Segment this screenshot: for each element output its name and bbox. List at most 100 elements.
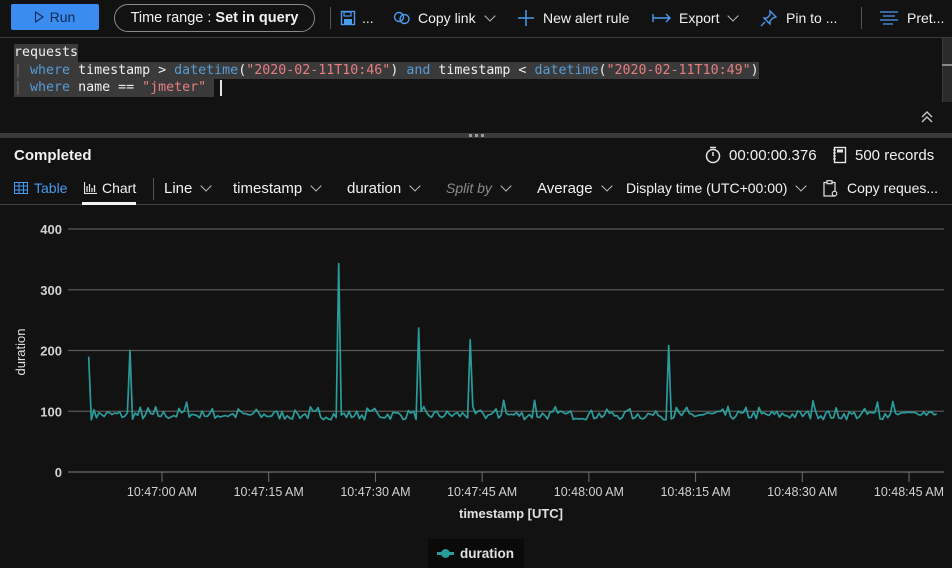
x-tick-label: 10:48:15 AM	[660, 485, 730, 499]
string-token: "jmeter"	[142, 80, 207, 95]
x-tick-label: 10:47:00 AM	[127, 485, 197, 499]
stopwatch-icon	[705, 146, 721, 164]
y-axis-title: duration	[13, 329, 28, 376]
time-range-button[interactable]: Time range : Set in query	[114, 4, 315, 32]
time-range-prefix: Time range :	[130, 10, 212, 26]
x-tick-label: 10:48:45 AM	[874, 485, 944, 499]
chart-legend[interactable]: duration	[428, 539, 524, 568]
chevron-down-icon	[483, 9, 496, 22]
pipe-token: |	[14, 80, 23, 95]
code-token: name ==	[70, 80, 143, 95]
new-alert-rule-button[interactable]: New alert rule	[517, 0, 629, 36]
chevron-down-icon	[727, 9, 740, 22]
pipe-token: |	[14, 62, 23, 78]
query-code[interactable]: requests | where timestamp > datetime("2…	[14, 44, 759, 97]
tab-chart[interactable]: Chart	[84, 172, 136, 204]
prettify-button[interactable]: Pret...	[879, 0, 944, 36]
chevron-down-icon	[795, 179, 808, 192]
table-icon	[14, 182, 28, 194]
record-count: 500 records	[832, 146, 934, 164]
run-button[interactable]: Run	[11, 4, 99, 30]
copy-request-button[interactable]: Copy reques...	[823, 172, 938, 204]
collapse-editor-button[interactable]	[918, 110, 936, 128]
aggregation-dropdown[interactable]: Average	[537, 172, 613, 204]
bar-chart-icon	[84, 182, 97, 194]
query-duration: 00:00:00.376	[704, 146, 817, 164]
display-time-value: Display time (UTC+00:00)	[626, 180, 788, 196]
export-label: Export	[679, 10, 720, 26]
legend-swatch-icon	[437, 549, 454, 558]
keyword-token: where	[30, 62, 71, 78]
code-line: | where timestamp > datetime("2020-02-11…	[14, 61, 759, 79]
y-column-value: duration	[347, 179, 402, 197]
double-chevron-up-icon	[921, 111, 933, 123]
query-status: Completed	[14, 147, 92, 164]
y-tick-label: 200	[40, 344, 62, 359]
aggregation-value: Average	[537, 179, 593, 197]
string-token: "2020-02-11T10:49"	[606, 62, 751, 78]
save-icon	[340, 10, 356, 26]
x-column-dropdown[interactable]: timestamp	[233, 172, 322, 204]
chart-type-dropdown[interactable]: Line	[164, 172, 213, 204]
run-label: Run	[49, 9, 76, 25]
function-token: datetime	[174, 62, 239, 78]
toolbar-divider	[330, 7, 331, 29]
y-tick-label: 300	[40, 283, 62, 298]
copy-link-label: Copy link	[418, 10, 476, 26]
toolbar-divider	[861, 7, 862, 29]
code-token: timestamp >	[70, 62, 175, 78]
legend-label: duration	[460, 546, 514, 561]
tab-table[interactable]: Table	[14, 172, 67, 204]
x-tick-label: 10:47:15 AM	[234, 485, 304, 499]
function-token: datetime	[534, 62, 599, 78]
tab-table-label: Table	[34, 180, 68, 196]
chevron-down-icon	[310, 179, 322, 192]
x-column-value: timestamp	[233, 179, 303, 197]
pin-label: Pin to ...	[786, 10, 838, 26]
records-icon	[833, 146, 847, 164]
chart-svg: 0 100 200 300 400 10:47:00 AM 10:47:15 AM 10:47…	[13, 222, 944, 521]
code-line: requests	[14, 44, 759, 62]
time-range-value: Set in query	[215, 10, 299, 26]
export-button[interactable]: Export	[652, 0, 740, 36]
new-alert-rule-label: New alert rule	[543, 10, 630, 26]
display-time-dropdown[interactable]: Display time (UTC+00:00)	[626, 172, 808, 204]
keyword-token: and	[406, 62, 431, 78]
query-editor[interactable]: requests | where timestamp > datetime("2…	[0, 38, 952, 132]
string-token: "2020-02-11T10:46"	[246, 62, 391, 78]
editor-scrollbar[interactable]	[942, 38, 952, 102]
code-token: (	[238, 62, 247, 78]
split-by-dropdown[interactable]: Split by	[446, 172, 512, 204]
table-name: requests	[14, 44, 79, 62]
split-by-placeholder: Split by	[446, 180, 492, 196]
chevron-down-icon	[500, 179, 512, 192]
y-column-dropdown[interactable]: duration	[347, 172, 421, 204]
x-tick-label: 10:47:45 AM	[447, 485, 517, 499]
splitter-grip-icon[interactable]	[469, 133, 485, 138]
copy-request-label: Copy reques...	[847, 180, 939, 196]
pin-button[interactable]: Pin to ...	[760, 0, 837, 36]
clipboard-icon	[823, 179, 838, 197]
y-tick-label: 400	[40, 222, 62, 237]
chevron-down-icon	[600, 179, 613, 192]
code-token: timestamp <	[430, 62, 535, 78]
x-axis-title: timestamp [UTC]	[459, 506, 563, 521]
editor-scrollbar-thumb[interactable]	[942, 64, 952, 66]
x-tick-label: 10:47:30 AM	[340, 485, 410, 499]
chevron-down-icon	[200, 179, 213, 192]
text-cursor	[220, 80, 223, 96]
prettify-icon	[880, 11, 898, 25]
copy-link-button[interactable]: Copy link	[393, 0, 496, 36]
plus-icon	[518, 10, 534, 26]
results-toolbar: Table Chart Line timestamp duration Spli…	[0, 172, 952, 205]
results-divider	[153, 178, 154, 200]
prettify-label: Pret...	[907, 10, 945, 26]
code-token: (	[598, 62, 607, 78]
chevron-down-icon	[409, 179, 421, 192]
play-icon	[34, 11, 44, 23]
export-icon	[652, 13, 671, 23]
tab-chart-label: Chart	[102, 180, 137, 196]
chart-type-value: Line	[164, 179, 193, 197]
save-button[interactable]: ...	[340, 0, 374, 36]
line-chart: 0 100 200 300 400 10:47:00 AM 10:47:15 AM 10:47…	[0, 206, 952, 568]
